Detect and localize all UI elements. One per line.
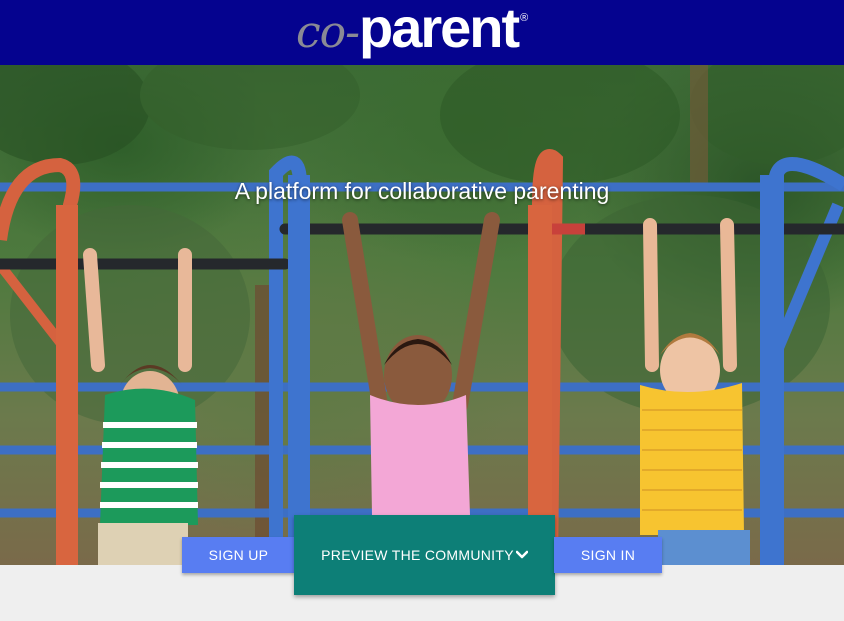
chevron-down-icon <box>515 550 528 560</box>
registered-mark: ® <box>520 12 529 24</box>
sign-in-label: SIGN IN <box>580 547 636 563</box>
sign-up-label: SIGN UP <box>208 547 269 563</box>
top-header: co- parent ® <box>0 0 844 65</box>
sign-up-button[interactable]: SIGN UP <box>182 537 295 573</box>
child-center <box>342 212 500 515</box>
hero-image: A platform for collaborative parenting <box>0 65 844 565</box>
playground-illustration <box>0 65 844 565</box>
logo-main: parent <box>359 0 520 59</box>
preview-community-button[interactable]: PREVIEW THE COMMUNITY <box>294 515 555 595</box>
sign-in-button[interactable]: SIGN IN <box>554 537 662 573</box>
co-parent-logo[interactable]: co- parent ® <box>296 0 528 66</box>
preview-community-label: PREVIEW THE COMMUNITY <box>321 547 514 563</box>
logo-prefix: co- <box>296 7 360 58</box>
hero-tagline: A platform for collaborative parenting <box>234 178 610 204</box>
